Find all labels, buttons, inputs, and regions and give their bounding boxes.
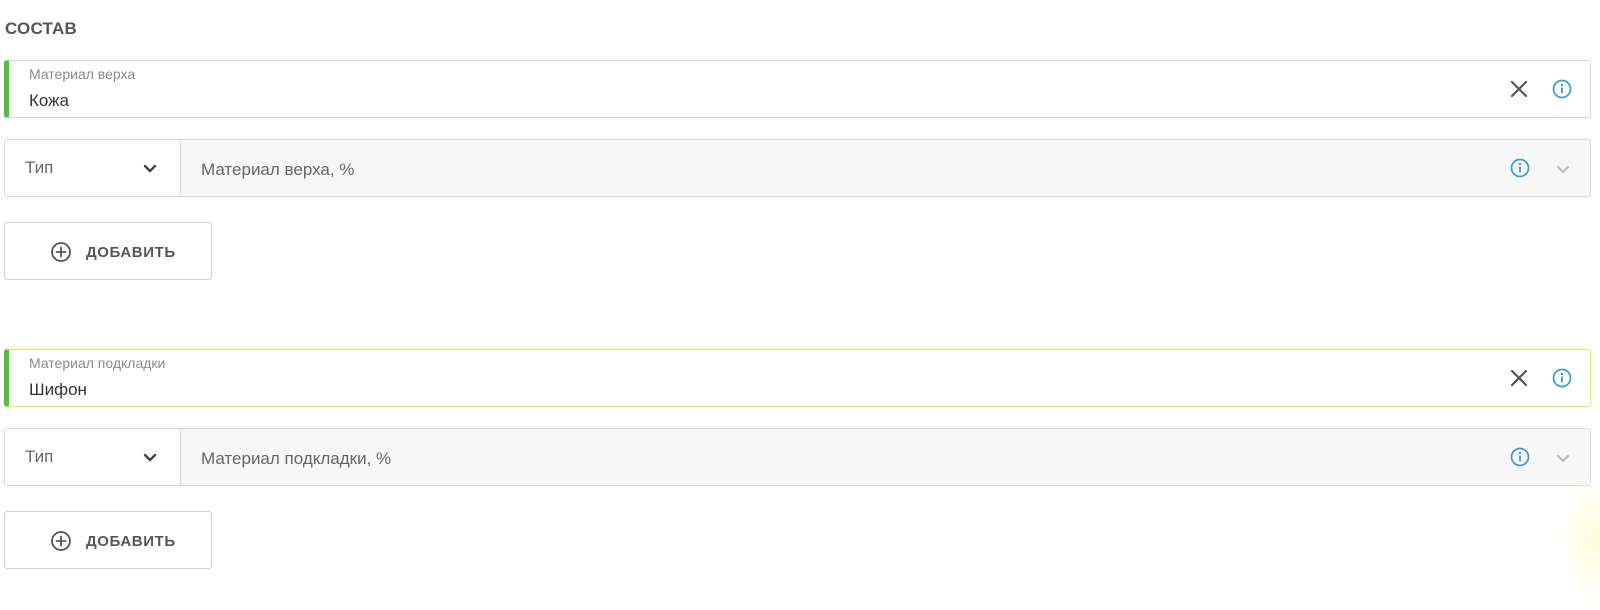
upper-material-label: Материал верха — [29, 66, 136, 82]
corner-glow — [1560, 470, 1600, 610]
upper-percent-field[interactable]: Материал верха, % — [181, 140, 1590, 196]
lining-percent-placeholder: Материал подкладки, % — [201, 449, 392, 468]
upper-type-label: Тип — [25, 158, 54, 177]
lining-material-label: Материал подкладки — [29, 355, 166, 371]
info-icon[interactable] — [1552, 79, 1572, 99]
chevron-down-icon — [143, 453, 157, 462]
lining-composition-row: Тип Материал подкладки, % — [4, 428, 1591, 486]
upper-composition-row: Тип Материал верха, % — [4, 139, 1591, 197]
chevron-down-icon[interactable] — [1556, 164, 1570, 176]
section-title: СОСТАВ — [5, 19, 77, 38]
lining-type-select[interactable]: Тип — [5, 429, 181, 485]
upper-type-select[interactable]: Тип — [5, 140, 181, 196]
close-icon[interactable] — [1509, 79, 1529, 99]
info-icon[interactable] — [1552, 368, 1572, 388]
lining-percent-field[interactable]: Материал подкладки, % — [181, 429, 1590, 485]
chevron-down-icon — [143, 164, 157, 173]
lining-material-value: Шифон — [29, 380, 87, 399]
chevron-down-icon[interactable] — [1556, 453, 1570, 465]
add-lining-label: ДОБАВИТЬ — [86, 533, 176, 550]
add-lining-button[interactable]: ДОБАВИТЬ — [4, 511, 212, 569]
plus-circle-icon — [51, 242, 71, 262]
plus-circle-icon — [51, 531, 71, 551]
lining-material-field[interactable]: Материал подкладки Шифон — [4, 349, 1591, 407]
info-icon[interactable] — [1510, 447, 1530, 467]
add-upper-label: ДОБАВИТЬ — [86, 244, 176, 261]
lining-type-label: Тип — [25, 447, 54, 466]
upper-percent-placeholder: Материал верха, % — [201, 160, 355, 179]
info-icon[interactable] — [1510, 158, 1530, 178]
upper-material-value: Кожа — [29, 91, 69, 110]
upper-material-field[interactable]: Материал верха Кожа — [4, 60, 1591, 118]
add-upper-button[interactable]: ДОБАВИТЬ — [4, 222, 212, 280]
close-icon[interactable] — [1509, 368, 1529, 388]
